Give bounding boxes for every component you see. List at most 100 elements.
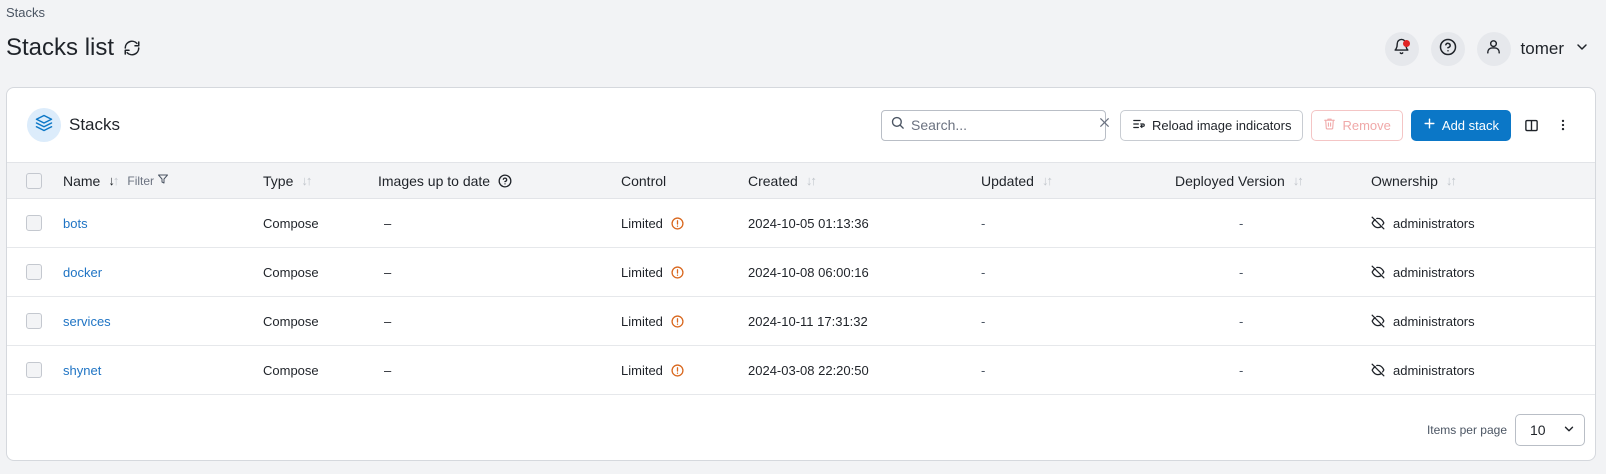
chevron-down-icon xyxy=(1562,422,1576,439)
ownership: administrators xyxy=(1393,215,1475,231)
sort-icon: ↓↑ xyxy=(1445,173,1457,188)
control-status: Limited xyxy=(621,264,663,280)
card-toolbar: Reload image indicators Remove Add stack xyxy=(881,109,1575,141)
help-icon xyxy=(1439,38,1457,61)
deployed-version: - xyxy=(1239,362,1244,378)
plus-icon xyxy=(1423,117,1436,133)
add-stack-button[interactable]: Add stack xyxy=(1410,109,1511,141)
images-status: – xyxy=(384,362,392,378)
ownership: administrators xyxy=(1393,362,1475,378)
reload-label: Reload image indicators xyxy=(1152,117,1292,133)
created-date: 2024-10-11 17:31:32 xyxy=(748,313,868,329)
stack-name-link[interactable]: docker xyxy=(63,265,102,280)
alert-circle-icon xyxy=(671,363,684,377)
ownership: administrators xyxy=(1393,313,1475,329)
column-created-label: Created xyxy=(748,172,798,189)
add-stack-label: Add stack xyxy=(1441,117,1499,133)
table-header: Name ↓↑ Filter Type ↓↑ Images up to date xyxy=(7,162,1595,199)
row-checkbox[interactable] xyxy=(26,313,42,329)
sort-icon: ↓↑ xyxy=(1041,173,1053,188)
sort-icon: ↓↑ xyxy=(301,173,312,188)
notifications-button[interactable] xyxy=(1384,32,1419,66)
eye-off-icon xyxy=(1371,314,1385,328)
column-deployed-label: Deployed Version xyxy=(1175,172,1285,189)
stack-type: Compose xyxy=(263,313,319,329)
select-all-checkbox[interactable] xyxy=(26,172,42,189)
column-control-label: Control xyxy=(621,172,667,189)
user-menu[interactable]: tomer xyxy=(1476,32,1590,66)
remove-button[interactable]: Remove xyxy=(1311,109,1403,141)
page-header: Stacks list xyxy=(6,34,142,62)
user-name: tomer xyxy=(1520,39,1564,58)
items-per-page-select[interactable]: 10 xyxy=(1515,414,1585,446)
refresh-icon[interactable] xyxy=(122,38,142,58)
more-options-icon[interactable] xyxy=(1551,113,1575,137)
filter-icon xyxy=(157,173,169,188)
page-title: Stacks list xyxy=(6,34,115,61)
column-updated[interactable]: Updated ↓↑ xyxy=(981,172,1053,189)
column-ownership[interactable]: Ownership ↓↑ xyxy=(1371,172,1457,189)
created-date: 2024-03-08 22:20:50 xyxy=(748,362,869,378)
search-input[interactable] xyxy=(911,117,1093,133)
columns-icon[interactable] xyxy=(1519,113,1543,137)
updated-date: - xyxy=(981,362,986,378)
deployed-version: - xyxy=(1239,215,1244,231)
reload-image-indicators-button[interactable]: Reload image indicators xyxy=(1120,109,1304,141)
items-per-page-value: 10 xyxy=(1530,422,1546,438)
control-status: Limited xyxy=(621,362,663,378)
eye-off-icon xyxy=(1371,363,1385,377)
alert-circle-icon xyxy=(671,216,684,230)
control-status: Limited xyxy=(621,313,663,329)
deployed-version: - xyxy=(1239,313,1244,329)
layers-icon xyxy=(35,114,53,137)
stacks-card: Stacks Search... Reload image indicators… xyxy=(6,87,1596,461)
table-row: bots Compose – Limited 2024-10-05 01:13:… xyxy=(7,199,1595,248)
column-created[interactable]: Created ↓↑ xyxy=(748,172,817,189)
images-status: – xyxy=(384,264,392,280)
card-title: Stacks xyxy=(69,115,121,134)
ownership: administrators xyxy=(1393,264,1475,280)
updated-date: - xyxy=(981,313,986,329)
search-icon xyxy=(890,115,905,135)
stack-type: Compose xyxy=(263,362,319,378)
row-checkbox[interactable] xyxy=(26,264,42,280)
alert-circle-icon xyxy=(671,314,684,328)
table-row: shynet Compose – Limited 2024-03-08 22:2… xyxy=(7,346,1595,395)
table-row: services Compose – Limited 2024-10-11 17… xyxy=(7,297,1595,346)
column-type[interactable]: Type ↓↑ xyxy=(263,172,312,189)
deployed-version: - xyxy=(1239,264,1244,280)
table-body: bots Compose – Limited 2024-10-05 01:13:… xyxy=(7,199,1595,395)
notification-dot xyxy=(1402,40,1410,47)
clear-search-icon[interactable] xyxy=(1098,116,1111,134)
column-images: Images up to date xyxy=(378,173,512,189)
stack-name-link[interactable]: bots xyxy=(63,216,88,231)
eye-off-icon xyxy=(1371,265,1385,279)
column-type-label: Type xyxy=(263,172,294,189)
filter-button[interactable]: Filter xyxy=(127,173,169,188)
control-status: Limited xyxy=(621,215,663,231)
help-button[interactable] xyxy=(1430,32,1465,66)
column-updated-label: Updated xyxy=(981,172,1034,189)
sort-icon: ↓↑ xyxy=(1292,173,1304,188)
row-checkbox[interactable] xyxy=(26,362,42,378)
stack-type: Compose xyxy=(263,264,319,280)
eye-off-icon xyxy=(1371,216,1385,230)
breadcrumb: Stacks xyxy=(6,5,46,20)
remove-label: Remove xyxy=(1342,117,1391,133)
stack-name-link[interactable]: shynet xyxy=(63,363,101,378)
stacks-table: Name ↓↑ Filter Type ↓↑ Images up to date xyxy=(7,162,1595,395)
column-ownership-label: Ownership xyxy=(1371,172,1438,189)
sort-icon: ↓↑ xyxy=(805,173,817,188)
items-per-page-label: Items per page xyxy=(1426,423,1507,437)
user-icon xyxy=(1485,38,1502,60)
list-reload-icon xyxy=(1132,117,1146,134)
card-header: Stacks Search... Reload image indicators… xyxy=(7,88,1595,162)
row-checkbox[interactable] xyxy=(26,215,42,231)
updated-date: - xyxy=(981,264,986,280)
column-control: Control xyxy=(621,173,666,189)
column-deployed[interactable]: Deployed Version ↓↑ xyxy=(1175,172,1304,189)
help-icon[interactable] xyxy=(498,174,512,188)
stack-name-link[interactable]: services xyxy=(63,314,111,329)
trash-icon xyxy=(1323,117,1336,133)
column-name[interactable]: Name ↓↑ Filter xyxy=(63,173,169,189)
